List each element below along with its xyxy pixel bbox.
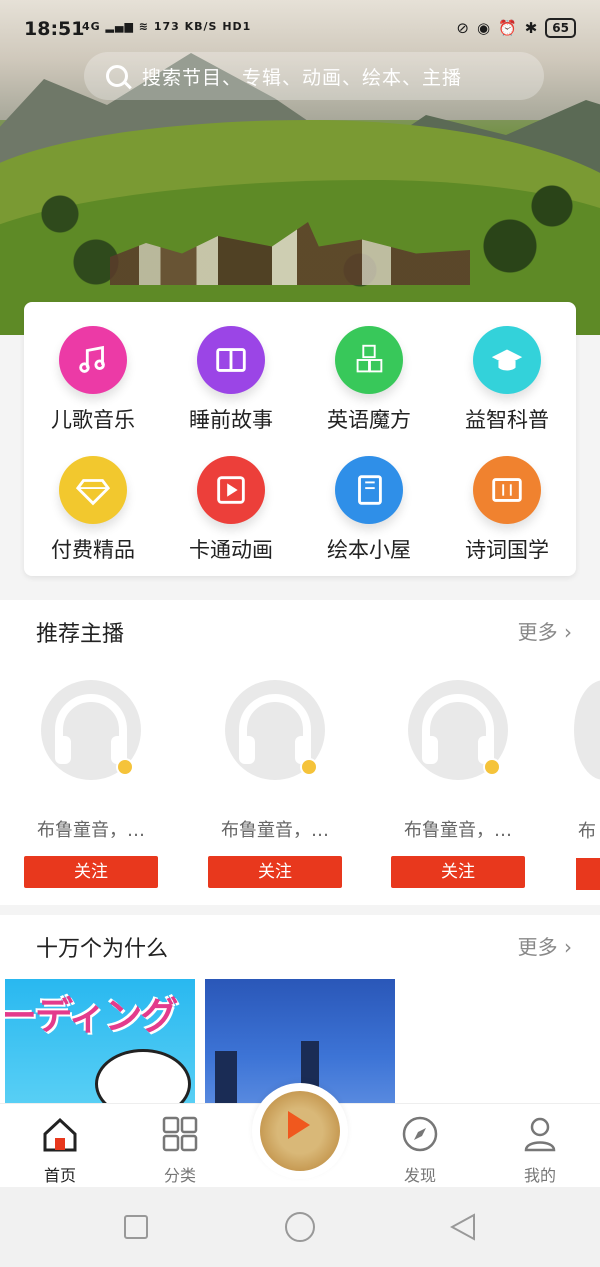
nav-label: 我的 (523, 1166, 556, 1185)
network-indicator: 4G ▂▄▆ ≋ 173 KB/S HD1 (82, 20, 251, 33)
video-thumbnail[interactable]: ーディング (5, 979, 195, 1109)
nav-home[interactable]: 首页 (20, 1114, 100, 1186)
host-name: 布鲁童音，… (221, 820, 329, 841)
abc-blocks-icon (335, 326, 403, 394)
wifi-icon: ≋ (138, 20, 149, 33)
follow-button[interactable] (576, 858, 600, 890)
nav-category[interactable]: 分类 (140, 1114, 220, 1186)
chevron-right-icon: › (564, 935, 572, 959)
nav-label: 分类 (163, 1166, 196, 1185)
music-note-icon (59, 326, 127, 394)
scroll-icon (473, 456, 541, 524)
category-item[interactable]: 卡通动画 (162, 432, 300, 562)
category-label: 卡通动画 (189, 538, 273, 562)
verified-badge (300, 758, 318, 776)
signal-icon: ▂▄▆ (105, 20, 134, 33)
grid-icon (162, 1116, 198, 1152)
host-name: 布 (578, 821, 596, 842)
category-label: 诗词国学 (465, 538, 549, 562)
category-grid: 儿歌音乐 睡前故事 英语魔方 益智科普 付费精品 卡通动画 绘本小屋 诗词国学 (24, 302, 576, 576)
status-icons: ⊘ ◉ ⏰ ✱ 65 (456, 18, 576, 38)
user-icon (524, 1117, 556, 1152)
avatar (574, 680, 600, 780)
lock-icon: ◉ (476, 19, 491, 37)
search-bar[interactable]: 搜索节目、专辑、动画、绘本、主播 (84, 52, 544, 100)
more-label: 更多 (517, 620, 558, 644)
nav-label: 发现 (403, 1166, 436, 1185)
figure-silhouette (215, 1051, 237, 1109)
now-playing-button[interactable] (252, 1083, 348, 1179)
category-label: 英语魔方 (327, 408, 411, 432)
category-label: 睡前故事 (189, 408, 273, 432)
host-card[interactable]: 布鲁童音，… 关注 (205, 680, 345, 888)
notebook-icon (335, 456, 403, 524)
vibrate-icon: ⊘ (456, 19, 469, 37)
more-link[interactable]: 更多 › (518, 616, 572, 645)
chevron-right-icon: › (564, 620, 572, 644)
compass-icon (402, 1116, 438, 1152)
battery-icon: 65 (545, 18, 576, 38)
host-card-partial[interactable]: 布 (574, 680, 600, 910)
category-label: 儿歌音乐 (51, 408, 135, 432)
section-title: 十万个为什么 (36, 937, 169, 962)
cartoon-character (95, 1049, 191, 1109)
home-icon (43, 1117, 77, 1152)
host-name: 布鲁童音，… (37, 820, 145, 841)
network-speed: 173 KB/S (153, 20, 218, 33)
category-item[interactable]: 益智科普 (438, 302, 576, 432)
category-item[interactable]: 英语魔方 (300, 302, 438, 432)
film-play-icon (197, 456, 265, 524)
more-link[interactable]: 更多 › (518, 931, 572, 960)
follow-button[interactable]: 关注 (208, 856, 342, 888)
host-name: 布鲁童音，… (404, 820, 512, 841)
hd-badge: HD1 (222, 20, 252, 33)
system-nav-bar (0, 1187, 600, 1267)
host-card[interactable]: 布鲁童音，… 关注 (388, 680, 528, 888)
bluetooth-icon: ✱ (524, 19, 538, 37)
verified-badge (483, 758, 501, 776)
host-card[interactable]: 布鲁童音，… 关注 (21, 680, 161, 888)
category-item[interactable]: 绘本小屋 (300, 432, 438, 562)
search-icon (106, 65, 128, 87)
back-button[interactable] (450, 1213, 476, 1241)
follow-button[interactable]: 关注 (391, 856, 525, 888)
recent-apps-button[interactable] (124, 1215, 148, 1239)
status-time: 18:51 (24, 18, 85, 40)
nav-label: 首页 (43, 1166, 76, 1185)
section-title: 推荐主播 (36, 622, 125, 647)
more-label: 更多 (517, 935, 558, 959)
recommended-hosts-section: 推荐主播 更多 › 布鲁童音，… 关注 布鲁童音，… 关注 布鲁童音，… 关注 … (0, 600, 600, 905)
category-label: 付费精品 (51, 538, 135, 562)
category-label: 绘本小屋 (327, 538, 411, 562)
play-icon (288, 1111, 310, 1139)
verified-badge (116, 758, 134, 776)
category-item[interactable]: 睡前故事 (162, 302, 300, 432)
diamond-icon (59, 456, 127, 524)
thumbnail-title: ーディング (5, 994, 178, 1038)
graduation-cap-icon (473, 326, 541, 394)
book-icon (197, 326, 265, 394)
category-label: 益智科普 (465, 408, 549, 432)
category-item[interactable]: 付费精品 (24, 432, 162, 562)
follow-button[interactable]: 关注 (24, 856, 158, 888)
home-button[interactable] (285, 1212, 315, 1242)
network-type: 4G (82, 20, 101, 33)
search-placeholder: 搜索节目、专辑、动画、绘本、主播 (142, 66, 463, 89)
nav-discover[interactable]: 发现 (380, 1114, 460, 1186)
nav-profile[interactable]: 我的 (500, 1114, 580, 1186)
category-item[interactable]: 诗词国学 (438, 432, 576, 562)
category-item[interactable]: 儿歌音乐 (24, 302, 162, 432)
alarm-icon: ⏰ (498, 19, 517, 37)
